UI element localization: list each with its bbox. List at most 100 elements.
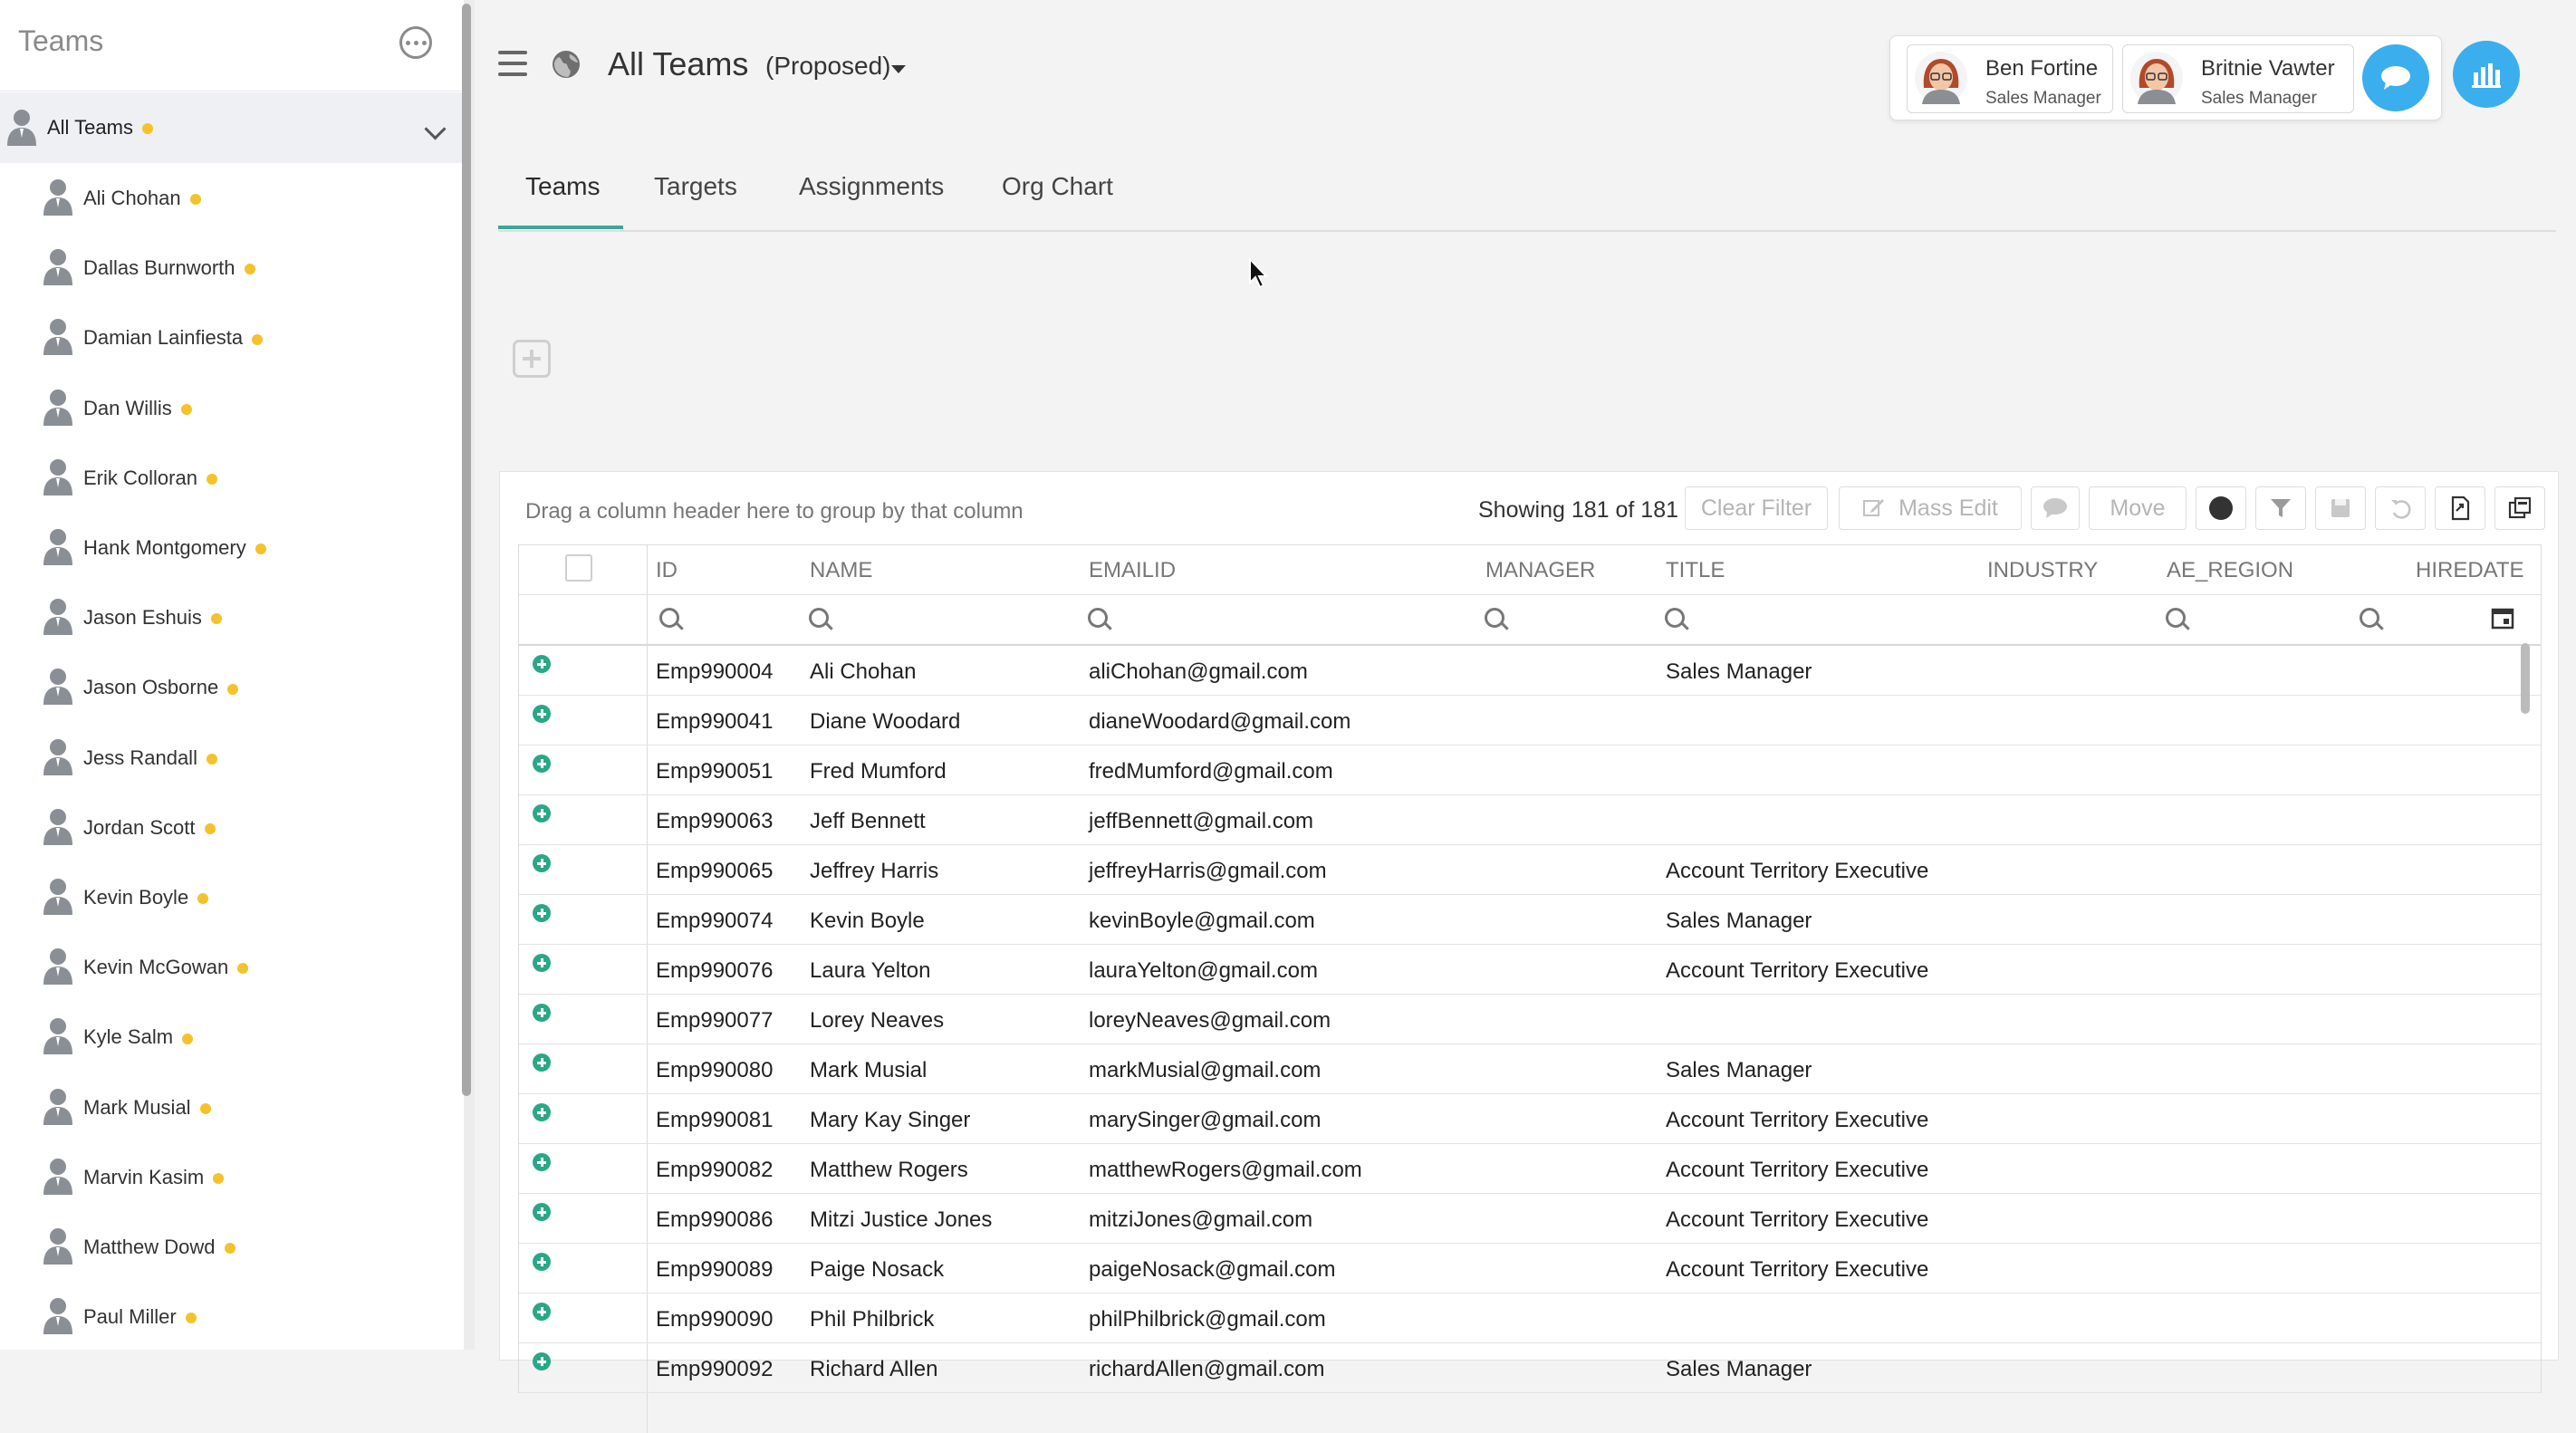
scenario-dropdown[interactable]: (Proposed) (765, 52, 891, 81)
search-icon[interactable] (809, 608, 829, 628)
column-header-ae-region[interactable]: AE_REGION (2167, 558, 2293, 583)
expand-row-icon[interactable] (533, 954, 551, 972)
table-row[interactable]: Emp990090 Phil Philbrick philPhilbrick@gma… (519, 1294, 2541, 1343)
expand-row-icon[interactable] (533, 904, 551, 922)
menu-icon[interactable] (498, 51, 527, 76)
sidebar-item[interactable]: Ali Chohan (0, 163, 453, 232)
expand-row-icon[interactable] (533, 655, 551, 673)
tab-teams[interactable]: Teams (525, 172, 600, 201)
expand-row-icon[interactable] (533, 1103, 551, 1121)
column-header-manager[interactable]: MANAGER (1485, 558, 1595, 583)
table-row[interactable]: Emp990076 Laura Yelton lauraYelton@gmail.c… (519, 945, 2541, 995)
tab-targets[interactable]: Targets (654, 172, 737, 201)
sidebar-item-all-teams[interactable]: All Teams (0, 92, 464, 163)
calendar-icon[interactable] (2491, 606, 2514, 630)
analytics-button[interactable] (2453, 41, 2520, 108)
columns-button[interactable] (2494, 486, 2545, 530)
sidebar-item[interactable]: Paul Miller (0, 1282, 453, 1350)
tab-assignments[interactable]: Assignments (799, 172, 944, 201)
user-card[interactable]: Ben Fortine Sales Manager (1907, 44, 2113, 113)
expand-row-icon[interactable] (533, 1053, 551, 1072)
table-row[interactable]: Emp990051 Fred Mumford fredMumford@gmail.c… (519, 745, 2541, 795)
search-icon[interactable] (2360, 608, 2379, 628)
sidebar-item[interactable]: Jess Randall (0, 723, 453, 792)
table-row[interactable]: Emp990089 Paige Nosack paigeNosack@gmail.c… (519, 1244, 2541, 1294)
sidebar-item[interactable]: Damian Lainfiesta (0, 303, 453, 371)
column-header-industry[interactable]: INDUSTRY (1987, 558, 2098, 583)
table-row[interactable]: Emp990081 Mary Kay Singer marySinger@gmail… (519, 1094, 2541, 1144)
export-icon (2451, 495, 2470, 521)
sidebar-item[interactable]: Kyle Salm (0, 1002, 453, 1071)
sidebar-item[interactable]: Kevin Boyle (0, 862, 453, 931)
table-row[interactable]: Emp990063 Jeff Bennett jeffBennett@gmail.c… (519, 795, 2541, 845)
expand-row-icon[interactable] (533, 705, 551, 723)
table-row[interactable]: Emp990041 Diane Woodard dianeWoodard@gmail… (519, 696, 2541, 745)
record-count: Showing 181 of 181 (1478, 497, 1679, 523)
expand-row-icon[interactable] (533, 755, 551, 773)
sidebar-item[interactable]: Jordan Scott (0, 793, 453, 861)
column-header-id[interactable]: ID (656, 558, 678, 583)
mass-edit-button[interactable]: Mass Edit (1839, 486, 2022, 530)
grid-scrollbar-thumb[interactable] (2521, 643, 2530, 714)
sidebar-item[interactable]: Dan Willis (0, 373, 453, 442)
table-row[interactable]: Emp990082 Matthew Rogers matthewRogers@gma… (519, 1144, 2541, 1194)
table-row[interactable]: Emp990086 Mitzi Justice Jones mitziJones@g… (519, 1194, 2541, 1244)
column-header-hiredate[interactable]: HIREDATE (2416, 558, 2524, 583)
move-button[interactable]: Move (2089, 486, 2187, 530)
column-header-emailid[interactable]: EMAILID (1089, 558, 1176, 583)
expand-row-icon[interactable] (533, 1303, 551, 1321)
comments-button[interactable] (2031, 486, 2080, 530)
sidebar-item[interactable]: Jason Eshuis (0, 582, 453, 651)
sidebar-item[interactable]: Mark Musial (0, 1072, 453, 1141)
sidebar-item[interactable]: Erik Colloran (0, 443, 453, 512)
expand-row-icon[interactable] (533, 1253, 551, 1271)
cell-id: Emp990063 (656, 809, 774, 833)
person-icon (43, 1018, 72, 1055)
undo-button[interactable] (2375, 486, 2426, 530)
user-card[interactable]: Britnie Vawter Sales Manager (2122, 44, 2354, 113)
expand-row-icon[interactable] (533, 1004, 551, 1022)
sidebar-item[interactable]: Jason Osborne (0, 652, 453, 721)
record-button[interactable] (2196, 486, 2246, 530)
chat-button[interactable] (2362, 44, 2429, 111)
table-row[interactable]: Emp990077 Lorey Neaves loreyNeaves@gmail.c… (519, 995, 2541, 1044)
chevron-down-icon[interactable] (424, 118, 447, 140)
more-options-icon[interactable] (399, 26, 432, 59)
sidebar-scrollbar-thumb[interactable] (462, 4, 471, 1096)
table-row[interactable]: Emp990092 Richard Allen richardAllen@gmail… (519, 1343, 2541, 1393)
table-row[interactable]: Emp990004 Ali Chohan aliChohan@gmail.com Sa… (519, 646, 2541, 696)
search-icon[interactable] (1665, 608, 1685, 628)
status-dot (210, 613, 222, 625)
sidebar-item[interactable]: Matthew Dowd (0, 1212, 453, 1281)
table-body: Emp990004 Ali Chohan aliChohan@gmail.com Sa… (519, 646, 2541, 1393)
search-icon[interactable] (2166, 608, 2186, 628)
clear-filter-button[interactable]: Clear Filter (1685, 486, 1828, 530)
export-button[interactable] (2435, 486, 2485, 530)
expand-row-icon[interactable] (533, 1203, 551, 1221)
globe-icon[interactable] (552, 50, 581, 79)
filter-button[interactable] (2255, 486, 2306, 530)
table-row[interactable]: Emp990080 Mark Musial markMusial@gmail.com… (519, 1044, 2541, 1094)
column-header-name[interactable]: NAME (810, 558, 872, 583)
search-icon[interactable] (659, 608, 679, 628)
search-icon[interactable] (1088, 608, 1108, 628)
column-header-title[interactable]: TITLE (1666, 558, 1725, 583)
add-icon[interactable] (513, 340, 551, 378)
sidebar-item[interactable]: Marvin Kasim (0, 1142, 453, 1211)
sidebar-item[interactable]: Kevin McGowan (0, 932, 453, 1001)
expand-row-icon[interactable] (533, 1352, 551, 1370)
person-icon (43, 179, 72, 216)
caret-down-icon[interactable] (891, 65, 906, 73)
tab-org-chart[interactable]: Org Chart (1002, 172, 1113, 201)
table-row[interactable]: Emp990074 Kevin Boyle kevinBoyle@gmail.com… (519, 895, 2541, 945)
save-button[interactable] (2315, 486, 2366, 530)
table-row[interactable]: Emp990065 Jeffrey Harris jeffreyHarris@gma… (519, 845, 2541, 895)
sidebar-item[interactable]: Hank Montgomery (0, 513, 453, 582)
sidebar-item[interactable]: Dallas Burnworth (0, 233, 453, 302)
expand-row-icon[interactable] (533, 854, 551, 872)
expand-row-icon[interactable] (533, 1153, 551, 1171)
cell-id: Emp990004 (656, 659, 774, 684)
expand-row-icon[interactable] (533, 804, 551, 822)
search-icon[interactable] (1485, 608, 1504, 628)
select-all-checkbox[interactable] (565, 554, 592, 582)
